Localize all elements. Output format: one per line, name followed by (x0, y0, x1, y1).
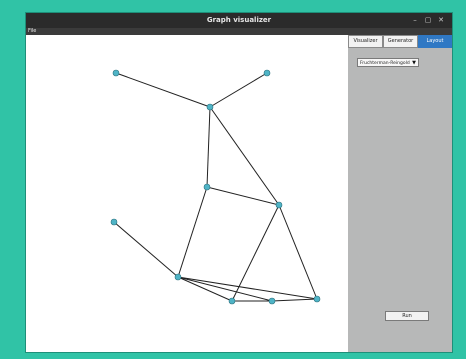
tab-generator[interactable]: Generator (383, 35, 418, 48)
graph-edge (278, 204, 318, 300)
tab-visualizer[interactable]: Visualizer (348, 35, 383, 48)
close-button[interactable]: ✕ (436, 13, 446, 28)
layout-algorithm-value: Fruchterman-Reingold (360, 61, 410, 66)
dropdown-arrow-icon: ▼ (412, 60, 416, 66)
graph-edge (115, 72, 211, 108)
run-button[interactable]: Run (385, 311, 429, 321)
graph-edge (206, 106, 211, 188)
graph-edge (177, 276, 318, 300)
graph-node[interactable] (203, 183, 211, 191)
layout-algorithm-select[interactable]: Fruchterman-Reingold ▼ (357, 58, 419, 67)
menu-file[interactable]: File (28, 28, 36, 35)
graph-node[interactable] (174, 273, 182, 281)
tab-layout[interactable]: Layout (418, 35, 452, 48)
graph-node[interactable] (228, 297, 236, 305)
graph-node[interactable] (275, 201, 283, 209)
app-window: Graph visualizer – ▢ ✕ File Visualizer G… (26, 13, 452, 352)
graph-canvas[interactable] (26, 35, 345, 352)
graph-edge (177, 186, 208, 278)
graph-edge (113, 221, 179, 278)
graph-svg (110, 69, 321, 305)
graph-edge (209, 72, 268, 108)
graph-node[interactable] (268, 297, 276, 305)
minimize-button[interactable]: – (410, 13, 420, 28)
title-bar: Graph visualizer – ▢ ✕ (26, 13, 452, 28)
graph-node[interactable] (313, 295, 321, 303)
window-title: Graph visualizer (206, 16, 272, 24)
graph-node[interactable] (110, 218, 118, 226)
maximize-button[interactable]: ▢ (423, 13, 433, 28)
menu-bar: File (26, 28, 452, 35)
tab-bar: Visualizer Generator Layout (348, 35, 452, 48)
graph-node[interactable] (206, 103, 214, 111)
graph-node[interactable] (263, 69, 271, 77)
graph-node[interactable] (112, 69, 120, 77)
graph-edge (271, 298, 318, 302)
side-panel: Visualizer Generator Layout Fruchterman-… (348, 35, 452, 352)
